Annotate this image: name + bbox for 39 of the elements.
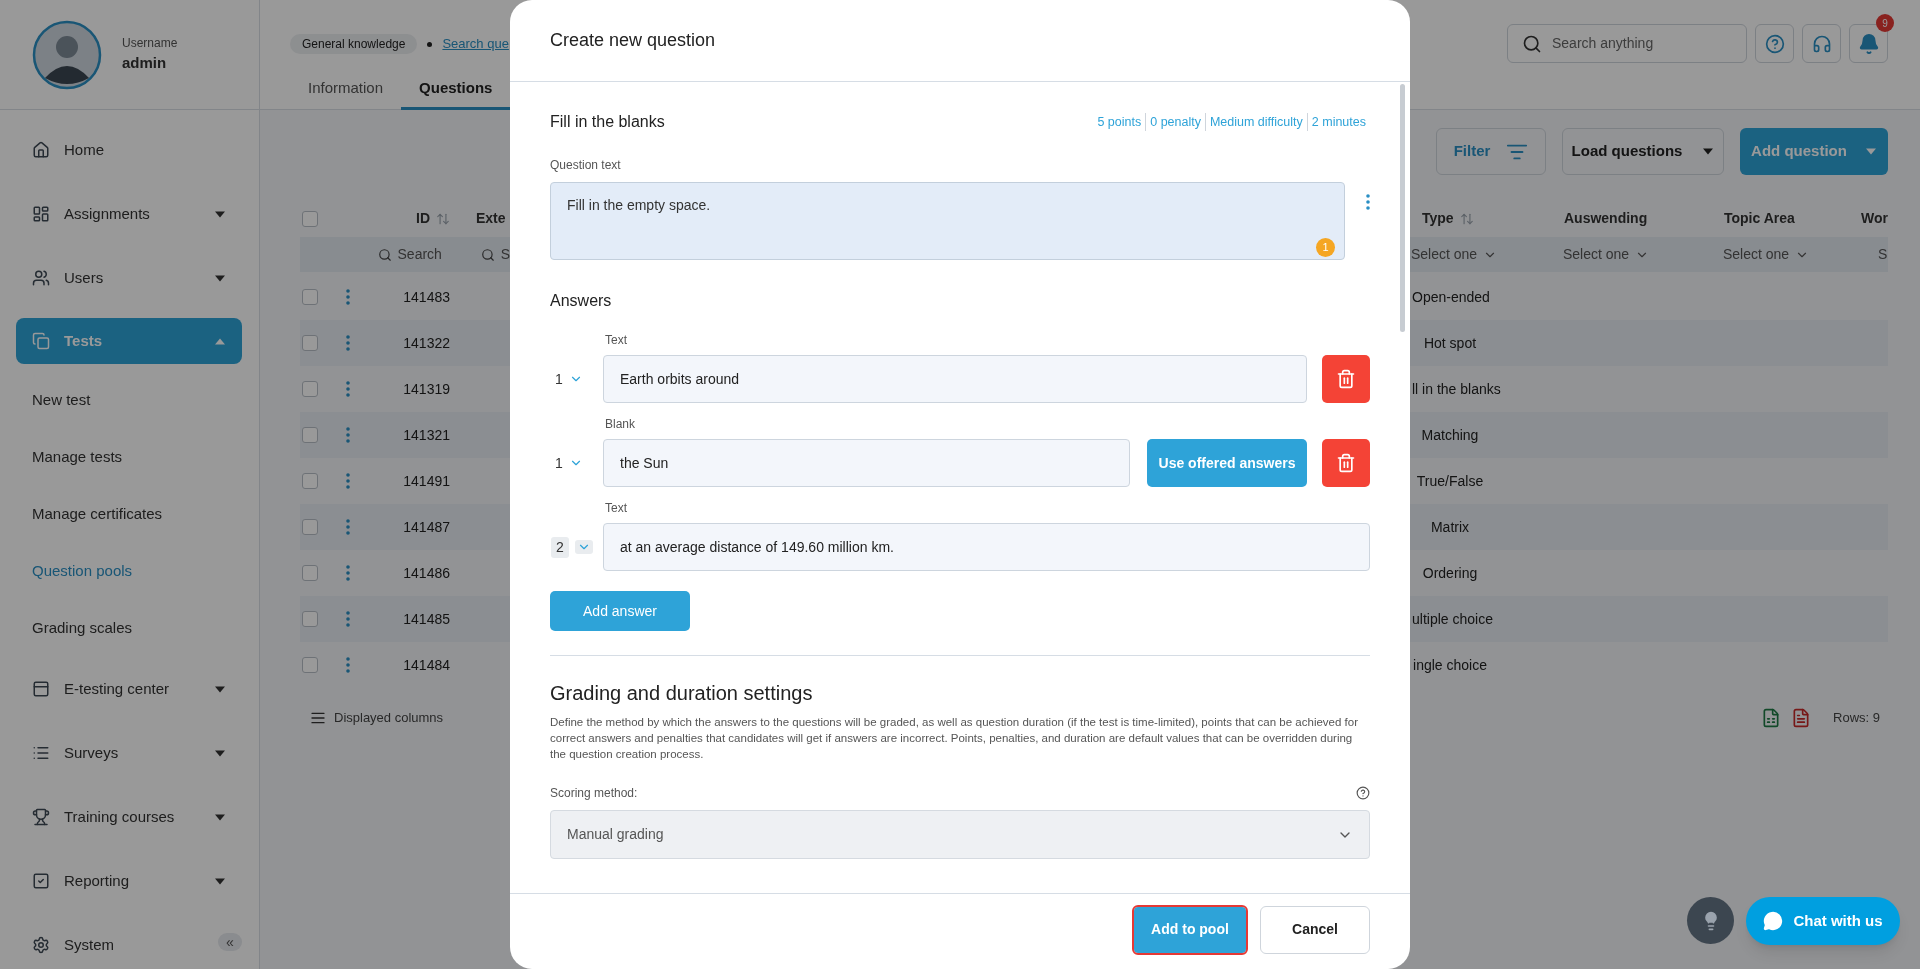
- table-cell-text: 141491: [402, 471, 450, 491]
- notification-badge: 9: [1876, 14, 1894, 32]
- question-type-title: Fill in the blanks: [550, 112, 665, 132]
- table-cell-text: True/False: [1416, 471, 1484, 491]
- category-tag: General knowledge: [290, 34, 418, 54]
- answer-label: Text: [604, 500, 628, 515]
- answer-label: Blank: [604, 416, 637, 431]
- username: admin: [122, 53, 168, 74]
- column-header: Auswending: [1564, 209, 1648, 228]
- table-cell-text: 141321: [402, 425, 450, 445]
- username-label: Username: [122, 35, 178, 53]
- dialog-title: Create new question: [550, 29, 716, 52]
- table-cell-text: Open-ended: [1412, 287, 1490, 307]
- section-description: Define the method by which the answers to the questions will be graded, as well as question duration (if the test is time-limited), points that can be achieved for correct answers and penalties that candidates will get if answers are incorrect. Points, penalties, and duration are default values that can be overridden during the question creation process.: [550, 715, 1359, 762]
- table-cell-text: ingle choice: [1413, 655, 1487, 675]
- column-header: Topic Area: [1724, 209, 1795, 228]
- table-cell-text: 141322: [402, 333, 450, 353]
- table-cell-text: 141319: [402, 379, 450, 399]
- table-cell-text: 141485: [402, 609, 450, 629]
- table-cell-text: Ordering: [1422, 563, 1478, 583]
- table-cell-text: ultiple choice: [1412, 609, 1493, 629]
- table-cell-text: 141484: [402, 655, 450, 675]
- table-cell-text: Hot spot: [1423, 333, 1477, 353]
- answer-label: Text: [604, 332, 628, 347]
- table-cell-text: 141483: [402, 287, 450, 307]
- table-cell-text: 141486: [402, 563, 450, 583]
- table-cell-text: 141487: [402, 517, 450, 537]
- field-label: Scoring method:: [550, 785, 638, 802]
- column-header: Wor: [1861, 209, 1888, 228]
- table-cell-text: Matching: [1421, 425, 1479, 445]
- section-title: Grading and duration settings: [550, 681, 814, 706]
- table-cell-text: ll in the blanks: [1412, 379, 1501, 399]
- column-header: Type: [1422, 208, 1474, 229]
- column-header: Exte: [476, 209, 506, 228]
- field-label: Question text: [550, 157, 622, 174]
- table-cell-text: Matrix: [1430, 517, 1470, 537]
- column-header: ID: [416, 209, 430, 228]
- rows-count: Rows: 9: [1833, 709, 1880, 728]
- section-title: Answers: [550, 291, 613, 311]
